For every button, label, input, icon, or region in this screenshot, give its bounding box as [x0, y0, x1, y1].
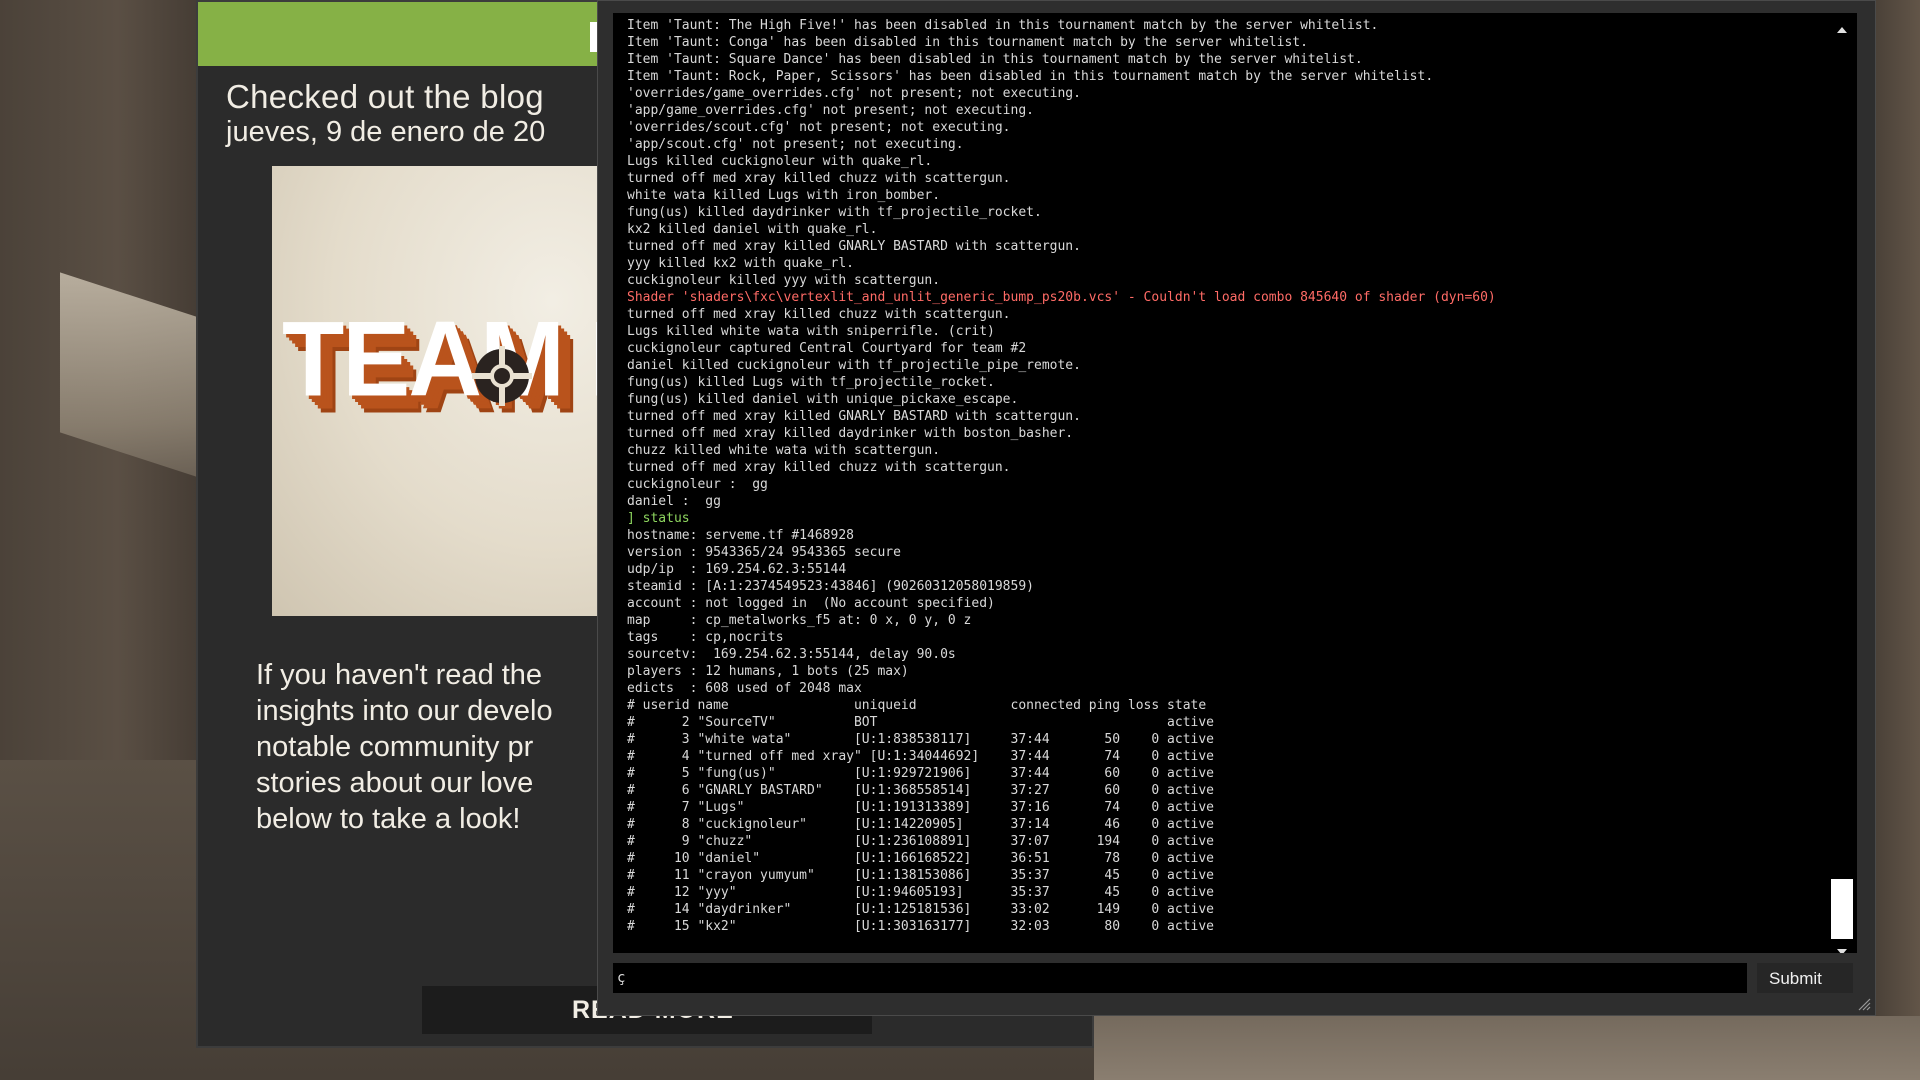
- submit-button[interactable]: Submit: [1757, 963, 1853, 993]
- console-line: # 14 "daydrinker" [U:1:125181536] 33:02 …: [627, 902, 1214, 917]
- console-line: Lugs killed cuckignoleur with quake_rl.: [627, 154, 933, 169]
- console-command-line: ] status: [627, 511, 690, 526]
- blog-date: jueves, 9 de enero de 20: [226, 116, 546, 148]
- console-line: 'overrides/scout.cfg' not present; not e…: [627, 120, 1011, 135]
- console-line: players : 12 humans, 1 bots (25 max): [627, 664, 909, 679]
- console-lines: Item 'Taunt: The High Five!' has been di…: [627, 17, 1827, 935]
- background-right-wall: [1875, 0, 1920, 1080]
- console-line: daniel killed cuckignoleur with tf_proje…: [627, 358, 1081, 373]
- console-command-input[interactable]: [613, 963, 1747, 993]
- console-line: hostname: serveme.tf #1468928: [627, 528, 854, 543]
- console-line: # 9 "chuzz" [U:1:236108891] 37:07 194 0 …: [627, 834, 1214, 849]
- console-line: sourcetv: 169.254.62.3:55144, delay 90.0…: [627, 647, 956, 662]
- console-line: # 11 "crayon yumyum" [U:1:138153086] 35:…: [627, 868, 1214, 883]
- console-line: edicts : 608 used of 2048 max: [627, 681, 862, 696]
- console-line: fung(us) killed Lugs with tf_projectile_…: [627, 375, 995, 390]
- console-line: # 10 "daniel" [U:1:166168522] 36:51 78 0…: [627, 851, 1214, 866]
- console-line: # 8 "cuckignoleur" [U:1:14220905] 37:14 …: [627, 817, 1214, 832]
- console-line: 'app/game_overrides.cfg' not present; no…: [627, 103, 1034, 118]
- console-line: # userid name uniqueid connected ping lo…: [627, 698, 1207, 713]
- console-line: # 12 "yyy" [U:1:94605193] 35:37 45 0 act…: [627, 885, 1214, 900]
- console-line: turned off med xray killed chuzz with sc…: [627, 460, 1011, 475]
- console-error-line: Shader 'shaders\fxc\vertexlit_and_unlit_…: [627, 290, 1496, 305]
- console-line: udp/ip : 169.254.62.3:55144: [627, 562, 847, 577]
- console-line: yyy killed kx2 with quake_rl.: [627, 256, 854, 271]
- console-line: turned off med xray killed GNARLY BASTAR…: [627, 409, 1081, 424]
- console-line: map : cp_metalworks_f5 at: 0 x, 0 y, 0 z: [627, 613, 972, 628]
- console-line: Item 'Taunt: Rock, Paper, Scissors' has …: [627, 69, 1434, 84]
- console-line: # 6 "GNARLY BASTARD" [U:1:368558514] 37:…: [627, 783, 1214, 798]
- console-line: # 3 "white wata" [U:1:838538117] 37:44 5…: [627, 732, 1214, 747]
- blog-title: Checked out the blog: [226, 78, 544, 115]
- console-line: cuckignoleur : gg: [627, 477, 768, 492]
- console-line: kx2 killed daniel with quake_rl.: [627, 222, 878, 237]
- scroll-down-arrow-icon[interactable]: [1837, 949, 1847, 953]
- console-scrollbar[interactable]: [1831, 19, 1853, 953]
- console-line: cuckignoleur killed yyy with scattergun.: [627, 273, 941, 288]
- console-line: version : 9543365/24 9543365 secure: [627, 545, 901, 560]
- background-ground: [1094, 1016, 1920, 1080]
- console-line: account : not logged in (No account spec…: [627, 596, 995, 611]
- console-line: turned off med xray killed GNARLY BASTAR…: [627, 239, 1081, 254]
- console-line: 'overrides/game_overrides.cfg' not prese…: [627, 86, 1081, 101]
- console-output[interactable]: Item 'Taunt: The High Five!' has been di…: [613, 13, 1857, 953]
- scrollbar-thumb[interactable]: [1831, 879, 1853, 939]
- console-line: chuzz killed white wata with scattergun.: [627, 443, 941, 458]
- console-line: cuckignoleur captured Central Courtyard …: [627, 341, 1027, 356]
- scroll-up-arrow-icon[interactable]: [1837, 27, 1847, 33]
- console-line: Item 'Taunt: The High Five!' has been di…: [627, 18, 1379, 33]
- console-line: fung(us) killed daniel with unique_picka…: [627, 392, 1019, 407]
- console-line: fung(us) killed daydrinker with tf_proje…: [627, 205, 1042, 220]
- console-line: # 7 "Lugs" [U:1:191313389] 37:16 74 0 ac…: [627, 800, 1214, 815]
- console-line: steamid : [A:1:2374549523:43846] (902603…: [627, 579, 1034, 594]
- console-line: tags : cp,nocrits: [627, 630, 784, 645]
- console-line: # 4 "turned off med xray" [U:1:34044692]…: [627, 749, 1214, 764]
- console-line: # 5 "fung(us)" [U:1:929721906] 37:44 60 …: [627, 766, 1214, 781]
- console-line: 'app/scout.cfg' not present; not executi…: [627, 137, 964, 152]
- console-line: Lugs killed white wata with sniperrifle.…: [627, 324, 995, 339]
- console-line: daniel : gg: [627, 494, 721, 509]
- tf-emblem-icon: [472, 346, 532, 406]
- console-line: Item 'Taunt: Conga' has been disabled in…: [627, 35, 1308, 50]
- console-line: # 15 "kx2" [U:1:303163177] 32:03 80 0 ac…: [627, 919, 1214, 934]
- console-line: turned off med xray killed daydrinker wi…: [627, 426, 1074, 441]
- console-window: Item 'Taunt: The High Five!' has been di…: [597, 0, 1876, 1016]
- resize-grip-icon[interactable]: [1857, 997, 1871, 1011]
- console-line: turned off med xray killed chuzz with sc…: [627, 171, 1011, 186]
- console-line: white wata killed Lugs with iron_bomber.: [627, 188, 941, 203]
- console-line: turned off med xray killed chuzz with sc…: [627, 307, 1011, 322]
- console-line: # 2 "SourceTV" BOT active: [627, 715, 1214, 730]
- console-line: Item 'Taunt: Square Dance' has been disa…: [627, 52, 1363, 67]
